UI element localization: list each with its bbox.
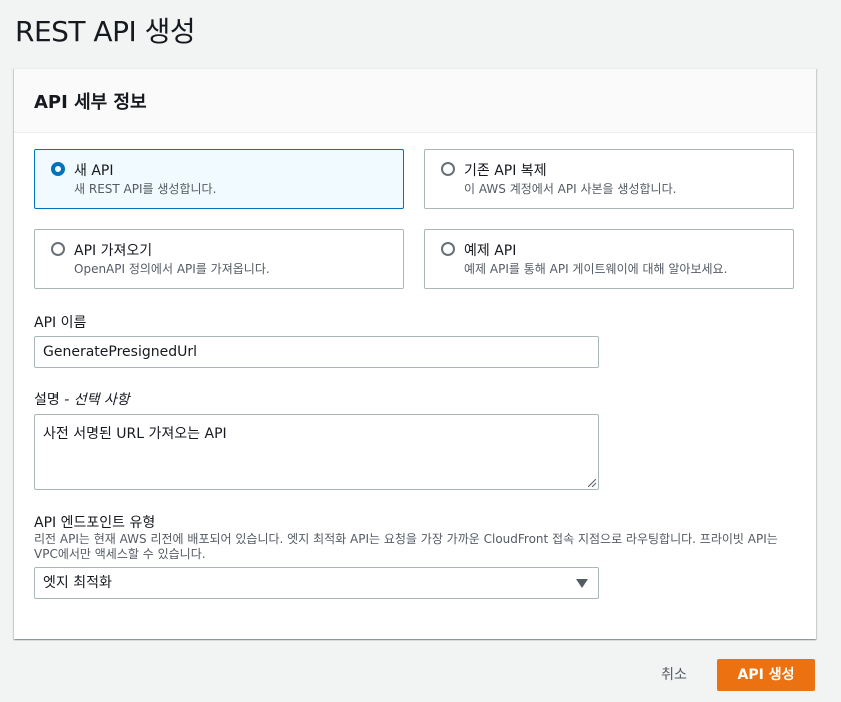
option-label: 새 API — [74, 163, 114, 179]
option-description: OpenAPI 정의에서 API를 가져옵니다. — [74, 262, 270, 276]
radio-selected-icon[interactable] — [51, 162, 65, 176]
option-example-api[interactable]: 예제 API 예제 API를 통해 API 게이트웨이에 대해 알아보세요. — [424, 229, 794, 289]
api-name-label: API 이름 — [34, 315, 87, 331]
option-label: 예제 API — [464, 243, 517, 259]
radio-unselected-icon[interactable] — [441, 162, 455, 176]
create-api-button[interactable]: API 생성 — [717, 659, 815, 691]
endpoint-type-label: API 엔드포인트 유형 — [34, 515, 156, 531]
page-title: REST API 생성 — [15, 15, 196, 48]
description-value: 사전 서명된 URL 가져오는 API — [43, 426, 227, 442]
endpoint-type-select[interactable]: 엣지 최적화 — [34, 567, 599, 599]
resize-grip-icon[interactable] — [588, 479, 596, 487]
caret-down-icon — [576, 579, 588, 588]
panel-header: API 세부 정보 — [14, 69, 816, 133]
option-label: 기존 API 복제 — [464, 163, 547, 179]
option-clone-api[interactable]: 기존 API 복제 이 AWS 계정에서 API 사본을 생성합니다. — [424, 149, 794, 209]
description-label-text: 설명 — [34, 392, 60, 408]
endpoint-type-help: 리전 API는 현재 AWS 리전에 배포되어 있습니다. 엣지 최적화 API… — [34, 532, 778, 561]
description-label: 설명 - 선택 사항 — [34, 389, 130, 409]
panel-title: API 세부 정보 — [34, 92, 147, 113]
description-textarea[interactable]: 사전 서명된 URL 가져오는 API — [34, 414, 599, 490]
option-label: API 가져오기 — [74, 243, 153, 259]
endpoint-type-value: 엣지 최적화 — [43, 575, 112, 591]
radio-unselected-icon[interactable] — [441, 242, 455, 256]
api-name-input[interactable]: GeneratePresignedUrl — [34, 336, 599, 368]
radio-unselected-icon[interactable] — [51, 242, 65, 256]
optional-hint: - 선택 사항 — [59, 392, 130, 408]
option-import-api[interactable]: API 가져오기 OpenAPI 정의에서 API를 가져옵니다. — [34, 229, 404, 289]
cancel-button[interactable]: 취소 — [644, 660, 704, 690]
option-description: 이 AWS 계정에서 API 사본을 생성합니다. — [464, 182, 677, 196]
option-description: 새 REST API를 생성합니다. — [74, 182, 217, 196]
option-description: 예제 API를 통해 API 게이트웨이에 대해 알아보세요. — [464, 262, 728, 276]
option-new-api[interactable]: 새 API 새 REST API를 생성합니다. — [34, 149, 404, 209]
api-details-panel: API 세부 정보 새 API 새 REST API를 생성합니다. 기존 AP… — [14, 68, 816, 639]
